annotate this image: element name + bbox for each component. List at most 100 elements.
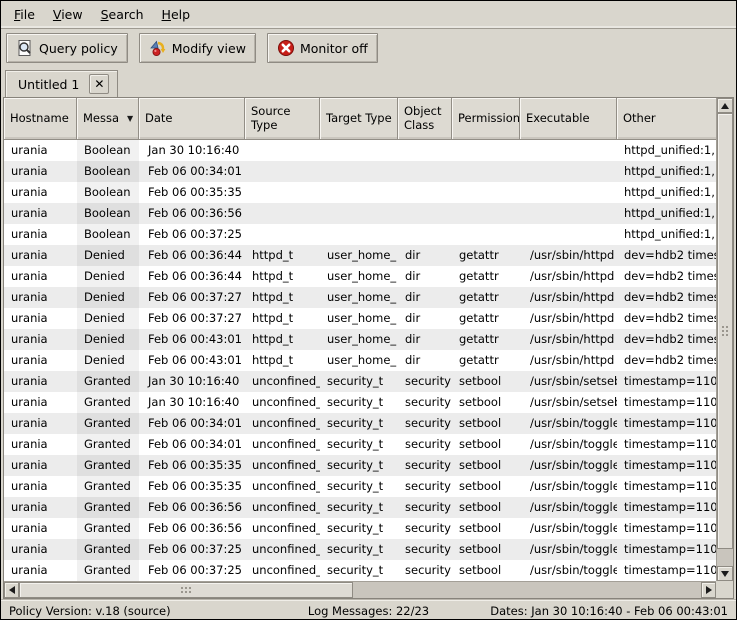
monitor-off-icon [277, 39, 295, 57]
cell-object-class [398, 182, 452, 203]
table-row[interactable]: urania Boolean Feb 06 00:36:56 httpd_uni… [4, 203, 716, 224]
cell-other: dev=hdb2 timesta [617, 287, 716, 308]
vertical-scrollbar[interactable] [716, 98, 733, 581]
cell-executable: /usr/sbin/setseb [520, 371, 617, 392]
cell-target-type: user_home_ [320, 329, 398, 350]
cell-executable: /usr/sbin/toggle [520, 497, 617, 518]
cell-permission: setbool [452, 539, 520, 560]
table-row[interactable]: urania Denied Feb 06 00:43:01 httpd_t us… [4, 329, 716, 350]
column-header-target-type[interactable]: Target Type [320, 98, 398, 140]
cell-hostname: urania [4, 245, 77, 266]
table-row[interactable]: urania Granted Feb 06 00:37:25 unconfine… [4, 560, 716, 581]
cell-permission [452, 161, 520, 182]
cell-message: Denied [77, 329, 139, 350]
table-row[interactable]: urania Granted Feb 06 00:35:35 unconfine… [4, 476, 716, 497]
cell-other: httpd_unified:1, h [617, 161, 716, 182]
cell-message: Boolean [77, 182, 139, 203]
cell-date: Jan 30 10:16:40 [139, 371, 245, 392]
column-header-permission[interactable]: Permission [452, 98, 520, 140]
menu-file[interactable]: File [5, 1, 44, 28]
arrow-right-icon [706, 586, 712, 594]
table-row[interactable]: urania Boolean Feb 06 00:37:25 httpd_uni… [4, 224, 716, 245]
table-row[interactable]: urania Boolean Feb 06 00:34:01 httpd_uni… [4, 161, 716, 182]
column-header-object-class[interactable]: Object Class [398, 98, 452, 140]
table-row[interactable]: urania Granted Feb 06 00:36:56 unconfine… [4, 518, 716, 539]
table-row[interactable]: urania Denied Feb 06 00:36:44 httpd_t us… [4, 245, 716, 266]
cell-object-class: dir [398, 266, 452, 287]
table-row[interactable]: urania Granted Feb 06 00:36:56 unconfine… [4, 497, 716, 518]
modify-view-button[interactable]: Modify view [139, 33, 256, 63]
column-header-message[interactable]: Messa▼ [77, 98, 139, 140]
cell-executable: /usr/sbin/toggle [520, 413, 617, 434]
cell-message: Granted [77, 371, 139, 392]
modify-view-icon [149, 39, 167, 57]
cell-date: Feb 06 00:35:35 [139, 182, 245, 203]
horizontal-scrollbar-thumb[interactable] [19, 582, 353, 598]
cell-source-type: unconfined_ [245, 476, 320, 497]
cell-other: dev=hdb2 timesta [617, 245, 716, 266]
column-header-date[interactable]: Date [139, 98, 245, 140]
cell-date: Feb 06 00:34:01 [139, 161, 245, 182]
column-header-source-type[interactable]: Source Type [245, 98, 320, 140]
cell-date: Feb 06 00:34:01 [139, 413, 245, 434]
cell-date: Feb 06 00:36:56 [139, 518, 245, 539]
cell-executable [520, 161, 617, 182]
scroll-up-button[interactable] [717, 98, 733, 113]
cell-hostname: urania [4, 392, 77, 413]
cell-permission: setbool [452, 455, 520, 476]
cell-message: Boolean [77, 203, 139, 224]
cell-permission: setbool [452, 518, 520, 539]
cell-object-class [398, 224, 452, 245]
cell-object-class: security [398, 455, 452, 476]
table-row[interactable]: urania Granted Feb 06 00:37:25 unconfine… [4, 539, 716, 560]
cell-message: Granted [77, 476, 139, 497]
table-row[interactable]: urania Denied Feb 06 00:37:27 httpd_t us… [4, 287, 716, 308]
cell-target-type: security_t [320, 455, 398, 476]
vertical-scrollbar-track[interactable] [717, 549, 733, 566]
cell-object-class: dir [398, 350, 452, 371]
table-row[interactable]: urania Granted Jan 30 10:16:40 unconfine… [4, 392, 716, 413]
menu-search[interactable]: Search [92, 1, 153, 28]
monitor-off-button[interactable]: Monitor off [267, 33, 378, 63]
table-row[interactable]: urania Denied Feb 06 00:43:01 httpd_t us… [4, 350, 716, 371]
tab-close-button[interactable]: ✕ [89, 74, 109, 94]
menu-help[interactable]: Help [153, 1, 200, 28]
scroll-left-button[interactable] [4, 582, 19, 598]
column-header-hostname[interactable]: Hostname [4, 98, 77, 140]
table-row[interactable]: urania Boolean Feb 06 00:35:35 httpd_uni… [4, 182, 716, 203]
cell-permission: getattr [452, 329, 520, 350]
grip-icon [181, 587, 183, 589]
cell-permission: setbool [452, 434, 520, 455]
cell-executable: /usr/sbin/httpd [520, 329, 617, 350]
table-row[interactable]: urania Denied Feb 06 00:37:27 httpd_t us… [4, 308, 716, 329]
cell-date: Feb 06 00:43:01 [139, 350, 245, 371]
cell-hostname: urania [4, 329, 77, 350]
cell-message: Denied [77, 266, 139, 287]
cell-hostname: urania [4, 161, 77, 182]
menu-view[interactable]: View [44, 1, 92, 28]
query-policy-icon [16, 39, 34, 57]
vertical-scrollbar-thumb[interactable] [717, 113, 733, 549]
cell-hostname: urania [4, 350, 77, 371]
table-row[interactable]: urania Granted Jan 30 10:16:40 unconfine… [4, 371, 716, 392]
cell-date: Feb 06 00:37:25 [139, 224, 245, 245]
scroll-right-button[interactable] [701, 582, 716, 598]
cell-other: timestamp=11076 [617, 413, 716, 434]
cell-hostname: urania [4, 434, 77, 455]
grip-icon [722, 326, 724, 328]
cell-hostname: urania [4, 371, 77, 392]
column-header-other[interactable]: Other [617, 98, 716, 140]
table-row[interactable]: urania Boolean Jan 30 10:16:40 httpd_uni… [4, 140, 716, 161]
query-policy-button[interactable]: Query policy [6, 33, 128, 63]
scroll-down-button[interactable] [717, 566, 733, 581]
cell-source-type: unconfined_ [245, 413, 320, 434]
horizontal-scrollbar-track[interactable] [353, 582, 701, 598]
table-row[interactable]: urania Granted Feb 06 00:34:01 unconfine… [4, 413, 716, 434]
table-row[interactable]: urania Granted Feb 06 00:34:01 unconfine… [4, 434, 716, 455]
tab-untitled-1[interactable]: Untitled 1 ✕ [5, 70, 118, 97]
cell-target-type: user_home_ [320, 287, 398, 308]
table-row[interactable]: urania Granted Feb 06 00:35:35 unconfine… [4, 455, 716, 476]
horizontal-scrollbar[interactable] [4, 581, 716, 598]
table-row[interactable]: urania Denied Feb 06 00:36:44 httpd_t us… [4, 266, 716, 287]
column-header-executable[interactable]: Executable [520, 98, 617, 140]
